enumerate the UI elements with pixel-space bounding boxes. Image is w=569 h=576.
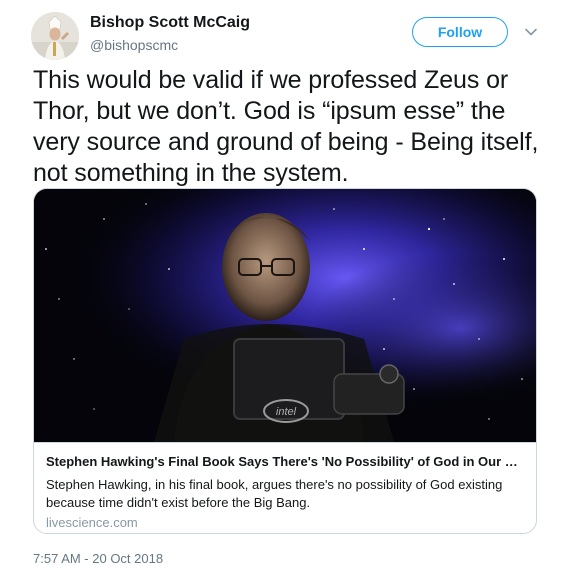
card-image: intel — [34, 189, 536, 442]
link-card[interactable]: intel Stephen Hawking's Final Book Says … — [33, 188, 537, 534]
card-body: Stephen Hawking's Final Book Says There'… — [34, 442, 536, 533]
author-name[interactable]: Bishop Scott McCaig — [90, 14, 250, 32]
author-handle[interactable]: @bishopscmc — [90, 37, 178, 53]
avatar-image — [31, 12, 79, 60]
card-description: Stephen Hawking, in his final book, argu… — [46, 477, 503, 510]
follow-button[interactable]: Follow — [412, 17, 508, 47]
avatar[interactable] — [31, 12, 79, 60]
chevron-down-icon[interactable] — [524, 25, 538, 39]
card-title[interactable]: Stephen Hawking's Final Book Says There'… — [46, 453, 524, 471]
tweet-text: This would be valid if we professed Zeus… — [33, 66, 539, 187]
timestamp[interactable]: 7:57 AM - 20 Oct 2018 — [33, 551, 163, 566]
card-image-logo-text: intel — [276, 406, 297, 418]
card-domain: livescience.com — [46, 515, 138, 530]
